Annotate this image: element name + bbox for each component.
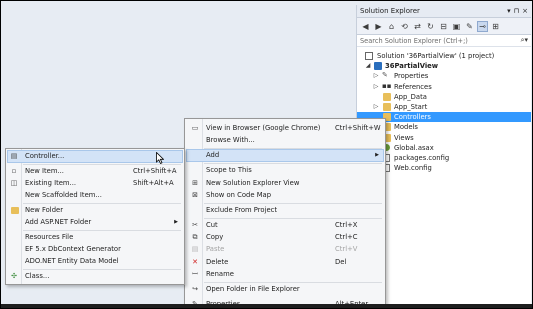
collapsed-arrow-icon[interactable]: ▷	[373, 71, 379, 81]
new-view-icon: ⊞	[192, 179, 198, 187]
menu-item-new-scaffolded-item[interactable]: New Scaffolded Item...	[8, 190, 182, 201]
menu-item-rename[interactable]: ꟷ Rename	[187, 269, 383, 280]
mouse-cursor-icon	[156, 152, 164, 164]
ide-window: Solution Explorer ▾ ⊓ × ◀ ▶ ⌂ ⟲ ⇄ ↻ ⊟ ▣ …	[0, 0, 533, 309]
refresh-icon[interactable]: ↻	[426, 22, 435, 31]
solution-explorer-search[interactable]: Search Solution Explorer (Ctrl+;) ⌕▾	[357, 35, 531, 47]
menu-item-new-folder[interactable]: New Folder	[8, 205, 182, 216]
add-submenu: ▤ Controller... ▫ New Item... Ctrl+Shift…	[5, 148, 185, 285]
web-project-icon	[374, 62, 382, 71]
menu-separator	[23, 230, 181, 231]
class-icon: ✣	[11, 272, 17, 280]
menu-item-show-on-code-map[interactable]: ⊠ Show on Code Map	[187, 190, 383, 201]
search-input[interactable]: Search Solution Explorer (Ctrl+;)	[360, 37, 468, 45]
folder-icon	[383, 102, 391, 111]
menu-item-class[interactable]: ✣ Class...	[8, 271, 182, 282]
folder-context-menu: ▭ View in Browser (Google Chrome) Ctrl+S…	[184, 118, 386, 308]
collapse-all-icon[interactable]: ⊟	[439, 22, 448, 31]
tree-item-solution[interactable]: Solution '36PartialView' (1 project)	[357, 51, 531, 61]
forward-icon[interactable]: ▶	[374, 22, 383, 31]
references-icon: ▪▪	[382, 81, 392, 90]
menu-item-new-item[interactable]: ▫ New Item... Ctrl+Shift+A	[8, 166, 182, 177]
preview-icon[interactable]: ⊸	[477, 20, 488, 32]
submenu-arrow-icon: ▶	[174, 219, 178, 225]
menu-item-scope-to-this[interactable]: Scope to This	[187, 165, 383, 176]
tree-item-references[interactable]: ▷ ▪▪ References	[357, 82, 531, 92]
dropdown-icon[interactable]: ▾	[507, 7, 511, 15]
rename-icon: ꟷ	[192, 270, 198, 278]
copy-icon: ⧉	[192, 233, 198, 241]
menu-item-cut[interactable]: ✂ Cut Ctrl+X	[187, 220, 383, 231]
view-class-diagram-icon[interactable]: ⊞	[491, 22, 500, 31]
menu-item-existing-item[interactable]: ◫ Existing Item... Shift+Alt+A	[8, 178, 182, 189]
menu-item-new-solution-explorer-view[interactable]: ⊞ New Solution Explorer View	[187, 178, 383, 189]
menu-item-add-asp-net-folder[interactable]: Add ASP.NET Folder ▶	[8, 217, 182, 228]
pin-icon[interactable]: ⊓	[514, 7, 519, 15]
open-folder-icon: ↪	[192, 285, 198, 293]
menu-item-add[interactable]: Add ▶	[186, 149, 384, 162]
solution-explorer-toolbar: ◀ ▶ ⌂ ⟲ ⇄ ↻ ⊟ ▣ ✎ ⊸ ⊞	[357, 18, 531, 35]
menu-separator	[23, 203, 181, 204]
menu-item-ado-net-entity-data-model[interactable]: ADO.NET Entity Data Model	[8, 256, 182, 267]
tree-item-app-start[interactable]: ▷ App_Start	[357, 102, 531, 112]
submenu-arrow-icon: ▶	[375, 152, 379, 158]
existing-item-icon: ◫	[10, 179, 18, 187]
search-icon[interactable]: ⌕▾	[521, 36, 528, 45]
back-icon[interactable]: ◀	[361, 22, 370, 31]
solution-explorer-titlebar: Solution Explorer ▾ ⊓ ×	[357, 5, 531, 18]
collapsed-arrow-icon[interactable]: ▷	[373, 82, 379, 92]
menu-item-properties[interactable]: ✎ Properties Alt+Enter	[187, 299, 383, 308]
folder-icon	[383, 92, 391, 101]
tree-item-app-data[interactable]: App_Data	[357, 92, 531, 102]
controller-icon: ▤	[10, 152, 18, 160]
menu-item-delete[interactable]: ✕ Delete Del	[187, 257, 383, 268]
menu-separator	[23, 164, 181, 165]
menu-separator	[204, 218, 382, 219]
menu-item-ef-dbcontext-generator[interactable]: EF 5.x DbContext Generator	[8, 244, 182, 255]
menu-item-exclude-from-project[interactable]: Exclude From Project	[187, 205, 383, 216]
menu-separator	[204, 148, 382, 149]
menu-separator	[204, 282, 382, 283]
folder-icon	[11, 207, 19, 214]
menu-separator	[23, 269, 181, 270]
wrench-icon: ✎	[382, 71, 388, 80]
sync-icon[interactable]: ⇄	[413, 22, 422, 31]
scissors-icon: ✂	[192, 221, 198, 229]
collapsed-arrow-icon[interactable]: ▷	[373, 102, 379, 112]
solution-explorer-title: Solution Explorer	[360, 7, 420, 15]
browser-icon: ▭	[191, 124, 199, 132]
menu-item-view-in-browser[interactable]: ▭ View in Browser (Google Chrome) Ctrl+S…	[187, 123, 383, 134]
history-icon[interactable]: ⟲	[400, 22, 409, 31]
menu-item-copy[interactable]: ⧉ Copy Ctrl+C	[187, 232, 383, 243]
delete-icon: ✕	[192, 258, 198, 266]
new-item-icon: ▫	[11, 167, 17, 175]
paste-icon: ▤	[191, 245, 199, 253]
menu-item-paste[interactable]: ▤ Paste Ctrl+V	[187, 244, 383, 255]
menu-item-resources-file[interactable]: Resources File	[8, 232, 182, 243]
close-icon[interactable]: ×	[522, 7, 528, 15]
tree-item-project[interactable]: ◢ 36PartialView	[357, 61, 531, 71]
solution-icon	[365, 52, 373, 60]
menu-separator	[204, 163, 382, 164]
menu-item-browse-with[interactable]: Browse With...	[187, 135, 383, 146]
menu-item-open-folder-in-file-explorer[interactable]: ↪ Open Folder in File Explorer	[187, 284, 383, 295]
show-all-files-icon[interactable]: ▣	[452, 22, 461, 31]
wrench-icon: ✎	[192, 300, 198, 308]
tree-item-properties[interactable]: ▷ ✎ Properties	[357, 71, 531, 81]
expanded-arrow-icon[interactable]: ◢	[365, 61, 371, 71]
properties-icon[interactable]: ✎	[465, 22, 474, 31]
code-map-icon: ⊠	[192, 191, 198, 199]
menu-separator	[204, 203, 382, 204]
home-icon[interactable]: ⌂	[387, 22, 396, 31]
